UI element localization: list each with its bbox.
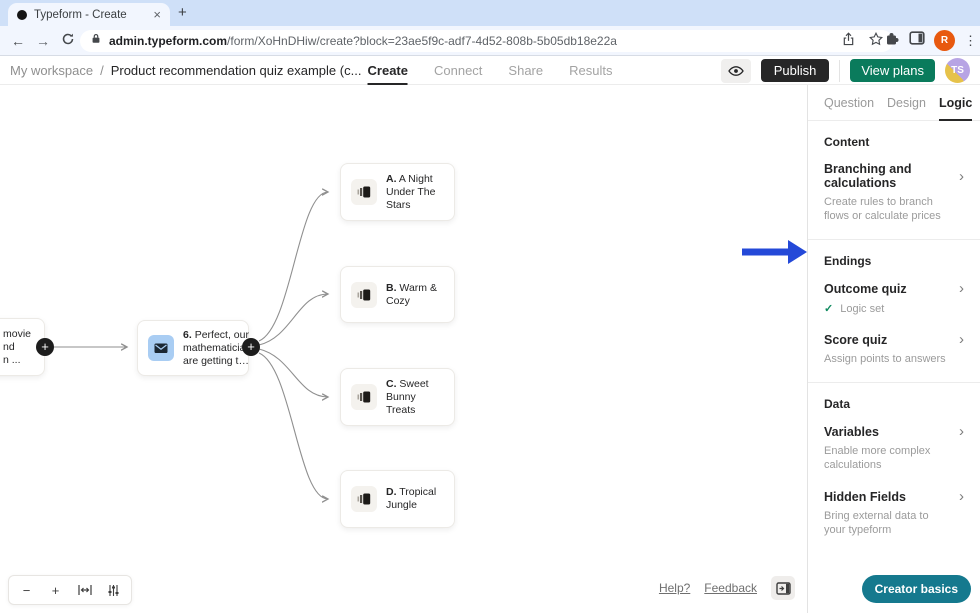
url-domain: admin.typeform.com <box>109 34 227 48</box>
tab-results[interactable]: Results <box>569 56 612 85</box>
chrome-right-controls: R ⋮ <box>885 30 974 51</box>
header-actions: Publish View plans TS <box>721 56 970 85</box>
breadcrumb: My workspace / Product recommendation qu… <box>10 56 361 84</box>
new-tab-button[interactable]: + <box>178 4 187 21</box>
outcome-node-text: C. Sweet Bunny Treats <box>386 378 444 417</box>
header-nav: Create Connect Share Results <box>368 56 613 85</box>
question-node-text: 6. Perfect, our mathematician are gettin… <box>183 329 251 368</box>
sidebar-tab-question[interactable]: Question <box>824 85 874 121</box>
sidebar-item-hidden-fields[interactable]: Hidden Fields › Bring external data to y… <box>824 489 964 537</box>
sidebar-item-outcome-quiz[interactable]: Outcome quiz › ✓ Logic set <box>824 281 964 315</box>
logic-sidebar: Question Design Logic Content Branching … <box>807 85 980 613</box>
outcome-node-text: D. Tropical Jungle <box>386 486 444 512</box>
collapse-panel-button[interactable] <box>771 576 795 600</box>
browser-tabstrip: Typeform - Create × + <box>0 0 980 26</box>
sidebar-item-variables[interactable]: Variables › Enable more complex calculat… <box>824 424 964 472</box>
logic-flow-canvas[interactable]: movie nd n ... + 6. Perfect, our mathema… <box>0 85 807 613</box>
sidebar-tab-logic[interactable]: Logic <box>939 85 972 121</box>
chevron-right-icon: › <box>959 281 964 296</box>
flow-node-question-6[interactable]: 6. Perfect, our mathematician are gettin… <box>137 320 249 376</box>
chevron-right-icon: › <box>959 332 964 347</box>
tab-share[interactable]: Share <box>508 56 543 85</box>
tab-close-icon[interactable]: × <box>153 8 161 21</box>
item-description: Assign points to answers <box>824 352 964 366</box>
fit-to-width-icon[interactable] <box>70 576 99 604</box>
url-bar[interactable]: admin.typeform.com/form/XoHnDHiw/create?… <box>80 30 893 52</box>
user-avatar[interactable]: TS <box>945 58 970 83</box>
truncated-node-text: movie nd n ... <box>3 328 31 367</box>
sidebar-item-score-quiz[interactable]: Score quiz › Assign points to answers <box>824 332 964 366</box>
add-rule-button-2[interactable]: + <box>242 338 260 356</box>
zoom-out-button[interactable]: − <box>12 576 41 604</box>
browser-tab-title: Typeform - Create <box>34 9 146 21</box>
map-settings-icon[interactable] <box>99 576 128 604</box>
tab-connect[interactable]: Connect <box>434 56 482 85</box>
forward-icon[interactable]: → <box>33 31 53 51</box>
ending-screen-icon <box>351 179 377 205</box>
flow-node-outcome-c[interactable]: C. Sweet Bunny Treats <box>340 368 455 426</box>
sidebar-tab-design[interactable]: Design <box>887 85 926 121</box>
extensions-puzzle-icon[interactable] <box>885 31 900 51</box>
flow-node-outcome-b[interactable]: B. Warm & Cozy <box>340 266 455 323</box>
sidebar-section-data: Data Variables › Enable more complex cal… <box>808 383 980 553</box>
lock-icon <box>90 32 102 50</box>
canvas-footer-links: Help? Feedback <box>659 576 795 600</box>
app-header: My workspace / Product recommendation qu… <box>0 56 980 85</box>
chevron-right-icon: › <box>959 169 964 184</box>
view-plans-button[interactable]: View plans <box>850 59 935 82</box>
header-divider <box>839 60 840 82</box>
chevron-right-icon: › <box>959 424 964 439</box>
outcome-node-text: A. A Night Under The Stars <box>386 173 444 212</box>
breadcrumb-workspace-link[interactable]: My workspace <box>10 63 93 78</box>
annotation-arrow <box>742 240 807 264</box>
breadcrumb-separator: / <box>100 63 104 78</box>
logic-set-status: ✓ Logic set <box>824 302 964 315</box>
sidebar-item-branching[interactable]: Branching and calculations › Create rule… <box>824 162 964 223</box>
sidebar-section-content: Content Branching and calculations › Cre… <box>808 121 980 240</box>
help-link[interactable]: Help? <box>659 581 690 595</box>
browser-tab[interactable]: Typeform - Create × <box>8 3 170 26</box>
flow-node-outcome-d[interactable]: D. Tropical Jungle <box>340 470 455 528</box>
reload-icon[interactable] <box>58 31 78 51</box>
browser-toolbar: ← → admin.typeform.com/form/XoHnDHiw/cre… <box>0 26 980 56</box>
urlbar-actions <box>842 32 883 51</box>
url-text: admin.typeform.com/form/XoHnDHiw/create?… <box>109 34 617 48</box>
browser-menu-icon[interactable]: ⋮ <box>964 33 974 49</box>
side-panel-icon[interactable] <box>909 31 925 50</box>
ending-screen-icon <box>351 486 377 512</box>
tab-create[interactable]: Create <box>368 56 408 85</box>
sidebar-section-endings: Endings Outcome quiz › ✓ Logic set Score… <box>808 240 980 383</box>
add-rule-button-1[interactable]: + <box>36 338 54 356</box>
browser-profile-avatar[interactable]: R <box>934 30 955 51</box>
section-heading: Endings <box>824 254 964 268</box>
bookmark-star-icon[interactable] <box>869 32 883 51</box>
back-icon[interactable]: ← <box>8 31 28 51</box>
item-description: Create rules to branch flows or calculat… <box>824 195 964 223</box>
zoom-in-button[interactable]: + <box>41 576 70 604</box>
preview-button[interactable] <box>721 59 751 83</box>
ending-screen-icon <box>351 282 377 308</box>
feedback-link[interactable]: Feedback <box>704 581 757 595</box>
publish-button[interactable]: Publish <box>761 59 830 82</box>
creator-basics-button[interactable]: Creator basics <box>862 575 971 603</box>
breadcrumb-form-title[interactable]: Product recommendation quiz example (c..… <box>111 63 362 78</box>
item-description: Bring external data to your typeform <box>824 509 964 537</box>
flow-node-outcome-a[interactable]: A. A Night Under The Stars <box>340 163 455 221</box>
sidebar-tabs: Question Design Logic <box>808 85 980 121</box>
app-window: Typeform - Create × + ← → admin.typeform… <box>0 0 980 613</box>
url-path: /form/XoHnDHiw/create?block=23ae5f9c-adf… <box>227 34 617 48</box>
typeform-favicon <box>17 10 27 20</box>
section-heading: Content <box>824 135 964 149</box>
outcome-node-text: B. Warm & Cozy <box>386 282 444 308</box>
share-icon[interactable] <box>842 32 855 51</box>
ending-screen-icon <box>351 384 377 410</box>
check-icon: ✓ <box>824 302 833 315</box>
canvas-zoom-toolbar: − + <box>8 575 132 605</box>
email-question-icon <box>148 335 174 361</box>
chevron-right-icon: › <box>959 489 964 504</box>
item-description: Enable more complex calculations <box>824 444 964 472</box>
section-heading: Data <box>824 397 964 411</box>
